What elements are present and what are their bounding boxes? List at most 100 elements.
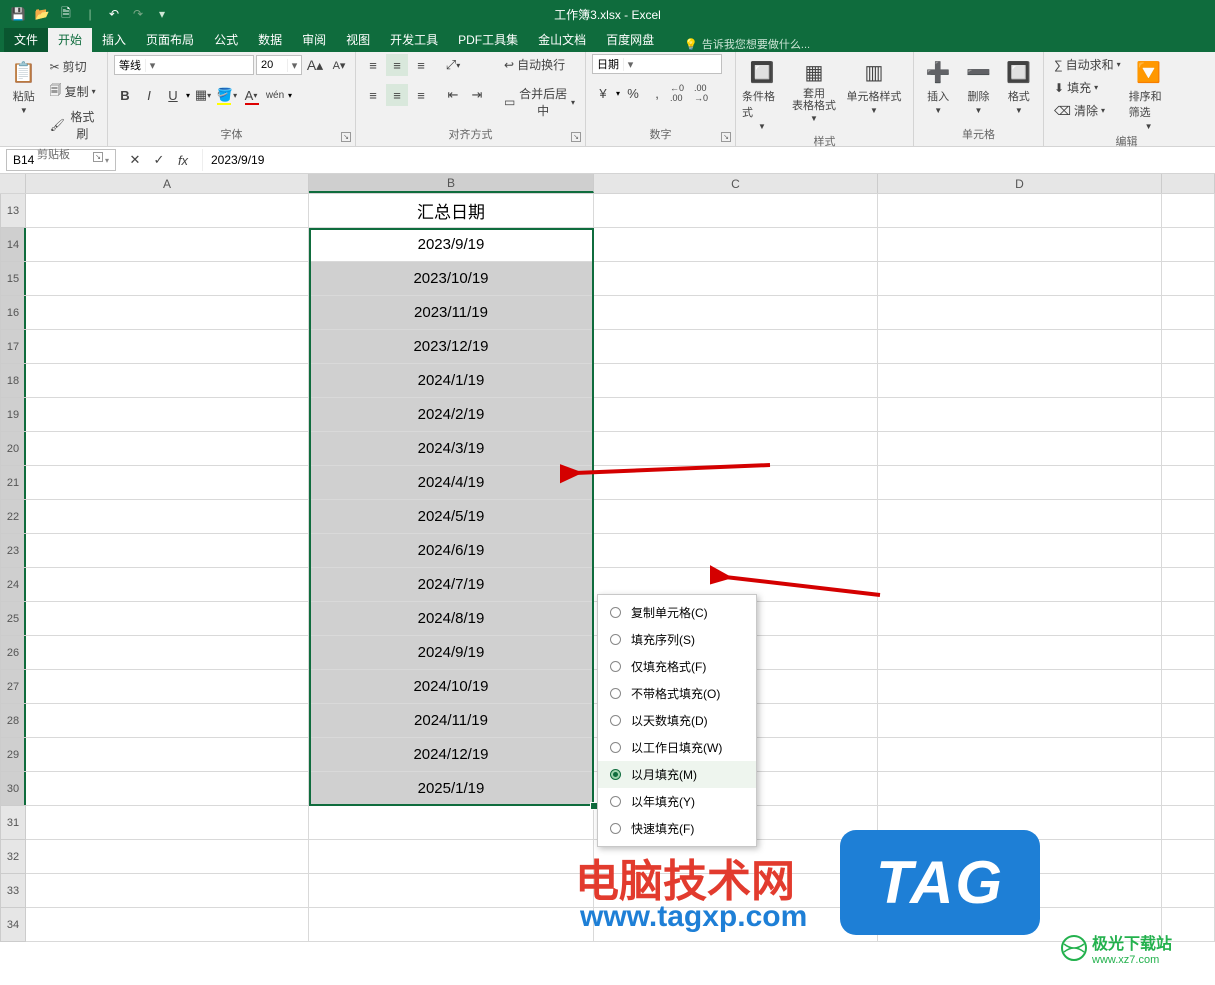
cell[interactable] <box>878 772 1162 806</box>
cell[interactable] <box>1162 738 1215 772</box>
tab-review[interactable]: 审阅 <box>292 27 336 52</box>
font-family-combo[interactable]: 等线▾ <box>114 55 254 75</box>
cell[interactable] <box>1162 500 1215 534</box>
cell[interactable] <box>26 466 309 500</box>
cell[interactable] <box>1162 330 1215 364</box>
wrap-text-button[interactable]: ↩自动换行 <box>500 54 579 75</box>
cell[interactable] <box>26 364 309 398</box>
cell[interactable] <box>594 364 878 398</box>
align-launcher[interactable]: ↘ <box>571 132 581 142</box>
row-header[interactable]: 27 <box>0 670 26 704</box>
cancel-formula-icon[interactable]: ✕ <box>124 149 146 171</box>
ctx-no-format[interactable]: 不带格式填充(O) <box>598 680 756 707</box>
row-header[interactable]: 33 <box>0 874 26 908</box>
cell[interactable] <box>594 330 878 364</box>
row-header[interactable]: 25 <box>0 602 26 636</box>
fx-icon[interactable]: fx <box>172 149 194 171</box>
cell[interactable] <box>594 466 878 500</box>
row-header[interactable]: 21 <box>0 466 26 500</box>
cell[interactable] <box>594 194 878 228</box>
cell[interactable] <box>878 500 1162 534</box>
cell[interactable] <box>1162 670 1215 704</box>
table-format-button[interactable]: ▦套用 表格格式▼ <box>786 54 842 123</box>
comma-icon[interactable]: , <box>646 82 668 104</box>
row-header[interactable]: 14 <box>0 228 26 262</box>
cond-format-button[interactable]: 🔲条件格式▼ <box>742 54 782 131</box>
cell[interactable]: 汇总日期 <box>309 194 594 228</box>
tab-insert[interactable]: 插入 <box>92 27 136 52</box>
cell[interactable] <box>878 466 1162 500</box>
phonetic-button[interactable]: wén <box>264 84 286 106</box>
tab-wps[interactable]: 金山文档 <box>528 27 596 52</box>
new-icon[interactable]: 🗎 <box>56 4 76 24</box>
cell[interactable] <box>594 874 878 908</box>
align-right-icon[interactable]: ≡ <box>410 84 432 106</box>
cell[interactable]: 2024/3/19 <box>309 432 594 466</box>
cell[interactable] <box>1162 704 1215 738</box>
cell[interactable] <box>878 194 1162 228</box>
cell[interactable]: 2024/6/19 <box>309 534 594 568</box>
increase-font-icon[interactable]: A▴ <box>304 54 326 76</box>
align-left-icon[interactable]: ≡ <box>362 84 384 106</box>
cell[interactable] <box>878 738 1162 772</box>
percent-icon[interactable]: % <box>622 82 644 104</box>
row-header[interactable]: 22 <box>0 500 26 534</box>
cell[interactable] <box>594 500 878 534</box>
cell[interactable] <box>1162 466 1215 500</box>
align-top-icon[interactable]: ≡ <box>362 54 384 76</box>
row-header[interactable]: 23 <box>0 534 26 568</box>
tab-baidu[interactable]: 百度网盘 <box>596 27 664 52</box>
cell[interactable] <box>309 840 594 874</box>
cell[interactable] <box>26 738 309 772</box>
cell[interactable] <box>1162 194 1215 228</box>
row-header[interactable]: 18 <box>0 364 26 398</box>
format-cell-button[interactable]: 🔲格式▼ <box>1001 54 1037 115</box>
enter-formula-icon[interactable]: ✓ <box>148 149 170 171</box>
cell[interactable] <box>26 840 309 874</box>
row-header[interactable]: 13 <box>0 194 26 228</box>
cell[interactable] <box>26 704 309 738</box>
cell[interactable] <box>878 398 1162 432</box>
cell[interactable]: 2024/7/19 <box>309 568 594 602</box>
row-header[interactable]: 15 <box>0 262 26 296</box>
cell[interactable] <box>26 806 309 840</box>
merge-center-button[interactable]: ▭合并后居中▾ <box>500 83 579 121</box>
cell[interactable] <box>26 534 309 568</box>
row-header[interactable]: 17 <box>0 330 26 364</box>
align-bottom-icon[interactable]: ≡ <box>410 54 432 76</box>
cell[interactable]: 2023/12/19 <box>309 330 594 364</box>
col-header-c[interactable]: C <box>594 174 878 193</box>
cell[interactable]: 2024/9/19 <box>309 636 594 670</box>
font-size-combo[interactable]: 20▾ <box>256 55 302 75</box>
cell[interactable]: 2023/9/19 <box>309 228 594 262</box>
row-header[interactable]: 29 <box>0 738 26 772</box>
tab-data[interactable]: 数据 <box>248 27 292 52</box>
ctx-flash-fill[interactable]: 快速填充(F) <box>598 815 756 842</box>
cell[interactable] <box>26 194 309 228</box>
ctx-fill-series[interactable]: 填充序列(S) <box>598 626 756 653</box>
clear-button[interactable]: ⌫清除▾ <box>1050 100 1125 121</box>
cell[interactable] <box>26 296 309 330</box>
row-header[interactable]: 30 <box>0 772 26 806</box>
cut-button[interactable]: ✂剪切 <box>46 56 101 77</box>
font-launcher[interactable]: ↘ <box>341 132 351 142</box>
cell[interactable] <box>878 568 1162 602</box>
ctx-fill-weekdays[interactable]: 以工作日填充(W) <box>598 734 756 761</box>
row-header[interactable]: 19 <box>0 398 26 432</box>
autosum-button[interactable]: ∑自动求和▾ <box>1050 54 1125 75</box>
cell[interactable]: 2024/2/19 <box>309 398 594 432</box>
tab-formulas[interactable]: 公式 <box>204 27 248 52</box>
cell[interactable] <box>594 228 878 262</box>
spreadsheet-grid[interactable]: A B C D 13汇总日期142023/9/19152023/10/19162… <box>0 174 1215 942</box>
cell[interactable] <box>878 432 1162 466</box>
cell[interactable] <box>1162 534 1215 568</box>
cell[interactable] <box>309 806 594 840</box>
cell[interactable] <box>1162 772 1215 806</box>
row-header[interactable]: 24 <box>0 568 26 602</box>
cell[interactable] <box>1162 228 1215 262</box>
cell[interactable] <box>309 908 594 942</box>
cell[interactable] <box>878 228 1162 262</box>
cell[interactable]: 2024/10/19 <box>309 670 594 704</box>
cell[interactable]: 2024/4/19 <box>309 466 594 500</box>
cell[interactable] <box>26 500 309 534</box>
